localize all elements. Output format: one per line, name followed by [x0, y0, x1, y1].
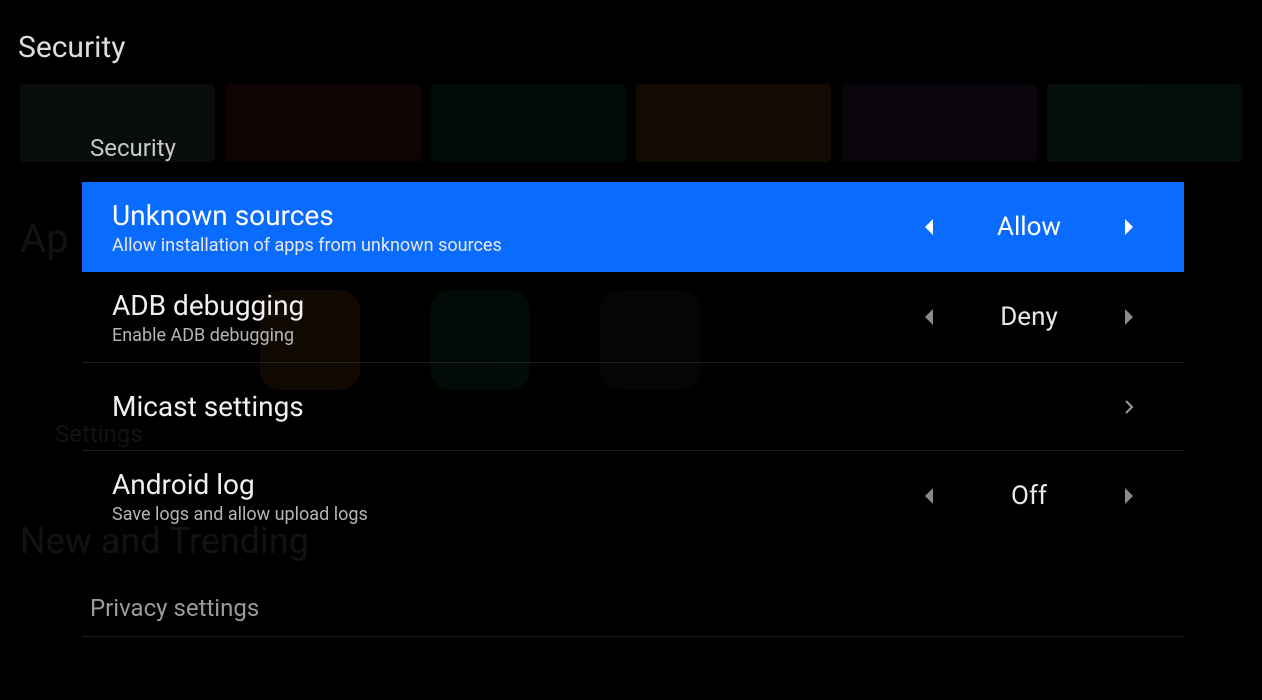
background-apps-label: Ap: [20, 215, 69, 262]
setting-title: ADB debugging: [112, 288, 904, 323]
setting-desc: Enable ADB debugging: [112, 325, 904, 346]
value-selector: Off: [904, 481, 1154, 511]
arrow-left-icon[interactable]: [904, 488, 954, 504]
setting-row-unknown-sources[interactable]: Unknown sources Allow installation of ap…: [82, 182, 1184, 272]
settings-list: Unknown sources Allow installation of ap…: [82, 182, 1184, 541]
divider: [82, 636, 1184, 637]
setting-title: Micast settings: [112, 389, 904, 424]
section-title-privacy: Privacy settings: [90, 594, 259, 622]
value-selector: Deny: [904, 302, 1154, 332]
arrow-right-icon[interactable]: [1104, 219, 1154, 235]
setting-title: Unknown sources: [112, 198, 904, 233]
page-title: Security: [18, 30, 125, 65]
setting-desc: Allow installation of apps from unknown …: [112, 235, 904, 256]
setting-text: Micast settings: [112, 389, 904, 424]
arrow-right-icon[interactable]: [1104, 309, 1154, 325]
setting-value: Deny: [954, 302, 1104, 332]
arrow-left-icon[interactable]: [904, 219, 954, 235]
setting-row-android-log[interactable]: Android log Save logs and allow upload l…: [82, 451, 1184, 541]
setting-value: Off: [954, 481, 1104, 511]
arrow-right-icon[interactable]: [1104, 488, 1154, 504]
setting-row-micast-settings[interactable]: Micast settings: [82, 363, 1184, 451]
setting-desc: Save logs and allow upload logs: [112, 504, 904, 525]
setting-text: Unknown sources Allow installation of ap…: [112, 198, 904, 256]
setting-value: Allow: [954, 212, 1104, 242]
value-selector: Allow: [904, 212, 1154, 242]
setting-text: Android log Save logs and allow upload l…: [112, 467, 904, 525]
setting-title: Android log: [112, 467, 904, 502]
chevron-right-icon: [1104, 399, 1154, 415]
section-title-security: Security: [90, 134, 176, 162]
setting-row-adb-debugging[interactable]: ADB debugging Enable ADB debugging Deny: [82, 272, 1184, 363]
arrow-left-icon[interactable]: [904, 309, 954, 325]
setting-text: ADB debugging Enable ADB debugging: [112, 288, 904, 346]
